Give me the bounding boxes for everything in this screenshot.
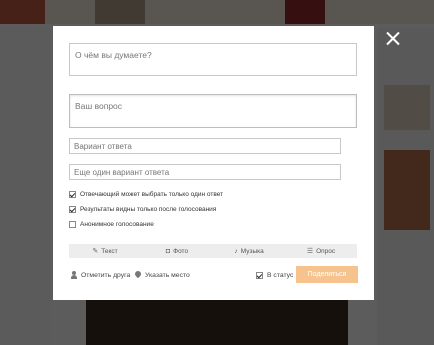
results-after-vote-checkbox[interactable]	[69, 205, 76, 213]
results-after-vote-label: Результаты видны только после голосовани…	[80, 205, 217, 213]
thought-input[interactable]: О чём вы думаете?	[69, 43, 357, 76]
tab-photo[interactable]: ◘ Фото	[141, 244, 213, 258]
anonymous-vote-checkbox[interactable]	[69, 220, 76, 228]
poll-icon: ☰	[306, 247, 314, 255]
tab-music-label: Музыка	[240, 247, 264, 255]
tab-photo-label: Фото	[173, 247, 189, 255]
answer-option-input[interactable]: Вариант ответа	[69, 138, 341, 154]
question-placeholder: Ваш вопрос	[75, 101, 123, 111]
results-after-vote-option[interactable]: Результаты видны только после голосовани…	[69, 204, 216, 214]
location-label: Указать место	[145, 271, 190, 279]
tab-music[interactable]: ♪ Музыка	[213, 244, 285, 258]
another-answer-placeholder: Еще один вариант ответа	[74, 168, 170, 177]
tab-text-label: Текст	[101, 247, 118, 255]
status-checkbox[interactable]	[256, 271, 263, 279]
anonymous-vote-option[interactable]: Анонимное голосование	[69, 219, 154, 229]
another-answer-option-input[interactable]: Еще один вариант ответа	[69, 164, 341, 180]
person-icon	[71, 271, 77, 279]
camera-icon: ◘	[165, 247, 171, 255]
share-button[interactable]: Поделиться	[296, 266, 358, 283]
pencil-icon: ✎	[92, 247, 99, 255]
tab-poll-label: Опрос	[316, 247, 336, 255]
answer-option-placeholder: Вариант ответа	[74, 142, 132, 151]
status-label: В статус	[267, 271, 294, 279]
music-note-icon: ♪	[234, 247, 238, 255]
tag-friend-label: Отметить друга	[81, 271, 131, 279]
tab-text[interactable]: ✎ Текст	[69, 244, 141, 258]
thought-placeholder: О чём вы думаете?	[75, 50, 152, 60]
single-answer-label: Отвечающий может выбрать только один отв…	[80, 190, 224, 198]
question-input[interactable]: Ваш вопрос	[69, 94, 357, 128]
location-link[interactable]: Указать место	[135, 267, 190, 283]
single-answer-option[interactable]: Отвечающий может выбрать только один отв…	[69, 189, 223, 199]
tag-friend-link[interactable]: Отметить друга	[71, 267, 130, 283]
single-answer-checkbox[interactable]	[69, 190, 76, 198]
create-post-dialog: О чём вы думаете? Ваш вопрос Вариант отв…	[53, 26, 374, 300]
attachment-tabs: ✎ Текст ◘ Фото ♪ Музыка ☰ Опрос	[69, 244, 357, 258]
location-pin-icon	[135, 271, 141, 279]
anonymous-vote-label: Анонимное голосование	[80, 220, 154, 228]
close-icon[interactable]	[382, 28, 404, 50]
tab-poll[interactable]: ☰ Опрос	[285, 244, 357, 258]
status-option[interactable]: В статус	[256, 267, 293, 283]
